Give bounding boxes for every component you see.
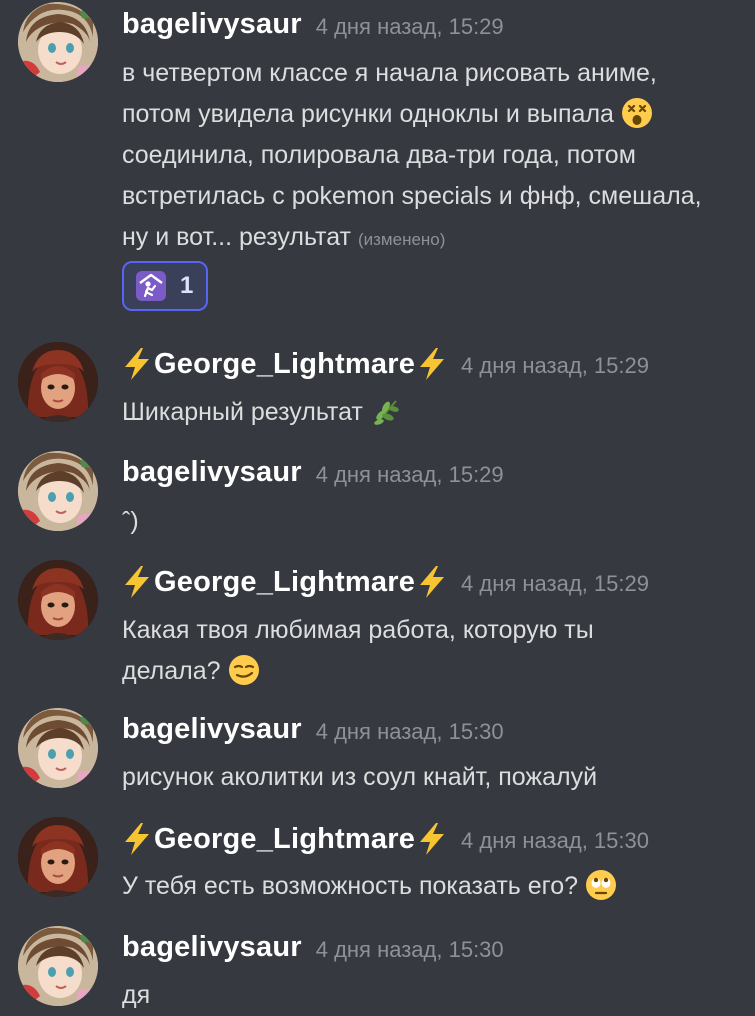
message-line: встретилась с pokemon specials и фнф, см… [122, 182, 702, 210]
message-line: потом увидела рисунки одноклы и выпала [122, 94, 735, 135]
avatar-bagelivysaur[interactable] [18, 451, 98, 531]
message-content: Какая твоя любимая работа, которую ты де… [122, 610, 735, 692]
avatar-bagelivysaur[interactable] [18, 926, 98, 1006]
message-content: ˆ) [122, 501, 735, 542]
username[interactable]: George_Lightmare [122, 565, 447, 599]
message-header: George_Lightmare 4 дня назад, 15:30 [122, 822, 649, 856]
avatar-bagelivysaur[interactable] [18, 708, 98, 788]
timestamp: 4 дня назад, 15:29 [461, 571, 649, 596]
username[interactable]: bagelivysaur [122, 8, 302, 41]
smirking-face-emoji [228, 654, 260, 686]
timestamp: 4 дня назад, 15:29 [315, 13, 504, 39]
lightning-bolt-icon [122, 822, 152, 856]
username[interactable]: George_Lightmare [122, 822, 447, 856]
avatar-george-lightmare[interactable] [18, 342, 98, 422]
message-content: рисунок аколитки из соул кнайт, пожалуй [122, 757, 735, 798]
message-line: Шикарный результат [122, 392, 735, 433]
avatar-bagelivysaur[interactable] [18, 2, 98, 82]
lightning-bolt-icon [122, 347, 152, 381]
username-text: George_Lightmare [154, 822, 416, 855]
username[interactable]: George_Lightmare [122, 347, 447, 381]
username[interactable]: bagelivysaur [122, 931, 302, 964]
message-text: ˆ) [122, 507, 139, 535]
timestamp: 4 дня назад, 15:30 [315, 718, 504, 744]
username-text: George_Lightmare [154, 565, 416, 598]
message-header: bagelivysaur 4 дня назад, 15:29 [122, 8, 504, 41]
message-line-text: делала? [122, 657, 221, 685]
message-line: Какая твоя любимая работа, которую ты [122, 616, 594, 644]
message-content: У тебя есть возможность показать его? [122, 866, 735, 907]
message-content: Шикарный результат [122, 392, 735, 433]
timestamp: 4 дня назад, 15:30 [461, 828, 649, 853]
lightning-bolt-icon [122, 565, 152, 599]
message-text: рисунок аколитки из соул кнайт, пожалуй [122, 763, 598, 791]
reaction-button[interactable]: 1 [122, 261, 208, 311]
message-text: дя [122, 981, 151, 1009]
dizzy-face-emoji [621, 97, 653, 129]
username[interactable]: bagelivysaur [122, 456, 302, 489]
message-header: George_Lightmare 4 дня назад, 15:29 [122, 347, 649, 381]
avatar-george-lightmare[interactable] [18, 817, 98, 897]
herb-emoji [370, 395, 402, 427]
message-text: Шикарный результат [122, 398, 363, 426]
lightning-bolt-icon [417, 822, 447, 856]
reaction-count: 1 [180, 272, 194, 299]
message-content: дя [122, 975, 735, 1016]
message-line-text: ну и вот... результат [122, 223, 352, 251]
message-header: George_Lightmare 4 дня назад, 15:29 [122, 565, 649, 599]
lightning-bolt-icon [417, 347, 447, 381]
message-line: соединила, полировала два-три года, пото… [122, 141, 636, 169]
username[interactable]: bagelivysaur [122, 713, 302, 746]
message-header: bagelivysaur 4 дня назад, 15:30 [122, 713, 504, 746]
message-line: делала? [122, 651, 735, 692]
message-line: У тебя есть возможность показать его? [122, 866, 735, 907]
timestamp: 4 дня назад, 15:29 [315, 461, 504, 487]
praying-figure-icon [136, 271, 166, 301]
message-content: в четвертом классе я начала рисовать ани… [122, 53, 735, 260]
edited-label: (изменено) [357, 230, 446, 249]
timestamp: 4 дня назад, 15:30 [315, 936, 504, 962]
lightning-bolt-icon [417, 565, 447, 599]
avatar-george-lightmare[interactable] [18, 560, 98, 640]
message-text: У тебя есть возможность показать его? [122, 872, 579, 900]
message-line-text: потом увидела рисунки одноклы и выпала [122, 100, 614, 128]
username-text: George_Lightmare [154, 347, 416, 380]
message-header: bagelivysaur 4 дня назад, 15:29 [122, 456, 504, 489]
message-header: bagelivysaur 4 дня назад, 15:30 [122, 931, 504, 964]
message-line: ну и вот... результат (изменено) [122, 217, 735, 260]
message-line: в четвертом классе я начала рисовать ани… [122, 59, 657, 87]
timestamp: 4 дня назад, 15:29 [461, 353, 649, 378]
rolling-eyes-emoji [585, 869, 617, 901]
